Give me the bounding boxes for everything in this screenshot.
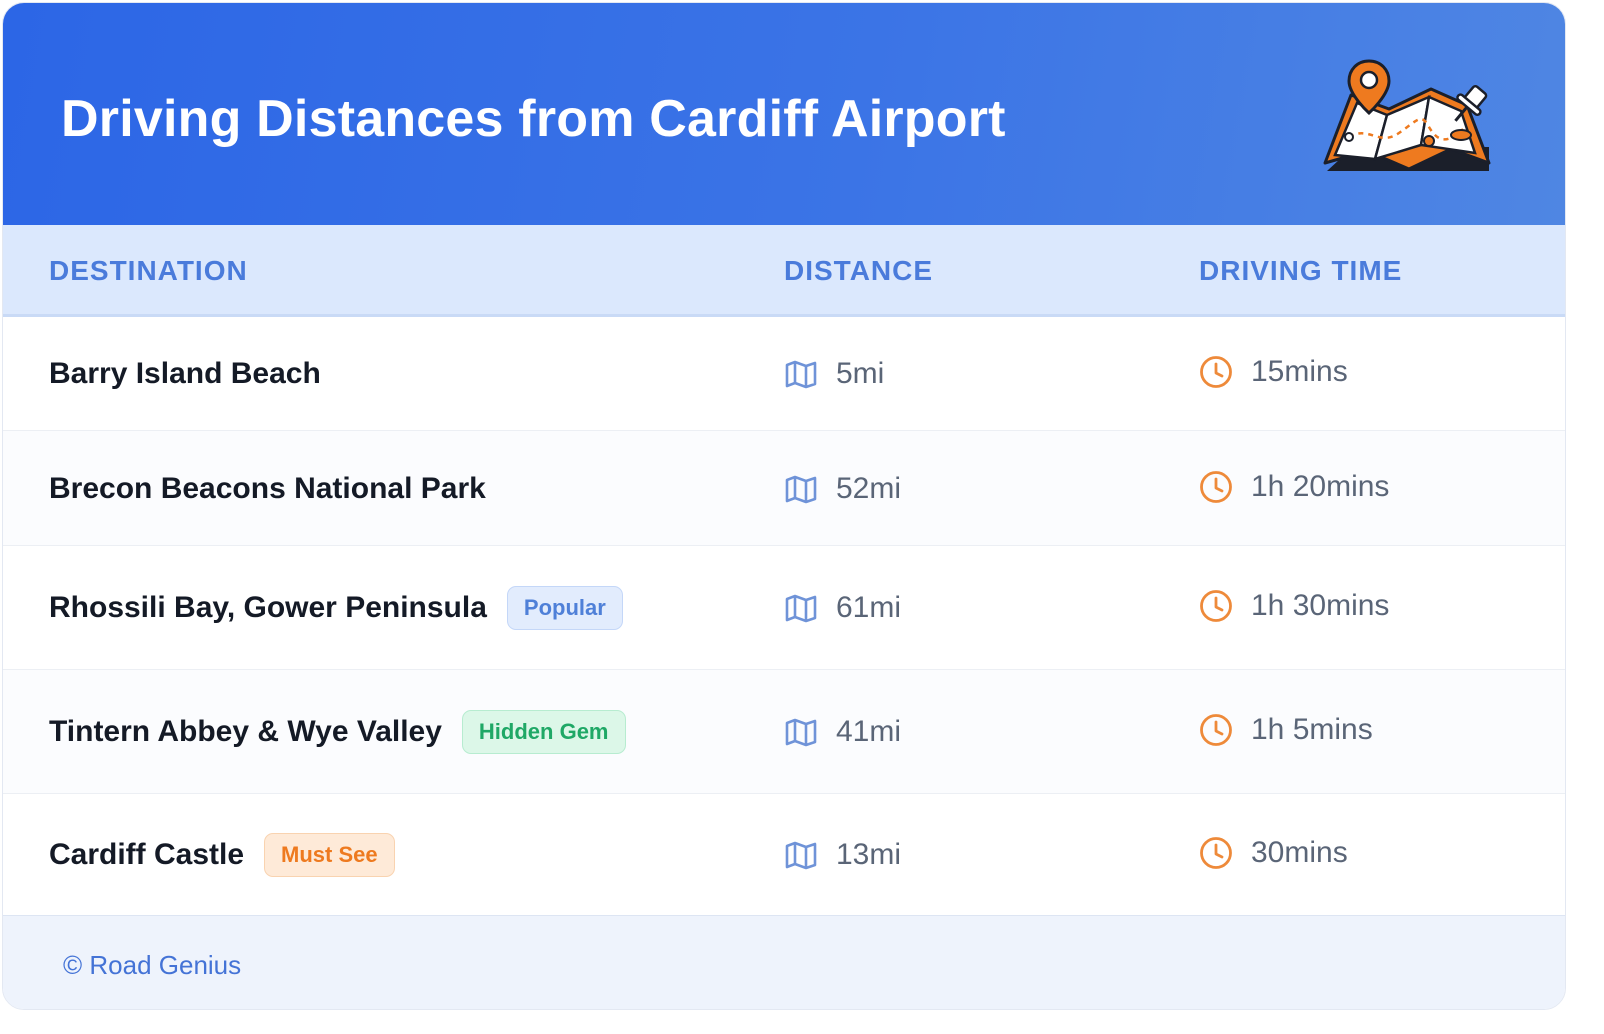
- driving-time-cell: 15mins: [1199, 355, 1348, 389]
- table-column-headers: DESTINATION DISTANCE DRIVING TIME: [3, 225, 1565, 317]
- table-body: Barry Island Beach 5mi 15mins Brecon Bea…: [3, 317, 1565, 916]
- column-header-distance[interactable]: DISTANCE: [784, 255, 933, 287]
- driving-time-cell: 1h 5mins: [1199, 713, 1373, 747]
- distance-cell: 41mi: [784, 715, 901, 749]
- column-header-destination[interactable]: DESTINATION: [49, 255, 248, 287]
- destination-cell: Brecon Beacons National Park: [49, 467, 486, 511]
- destination-cell: Rhossili Bay, Gower Peninsula Popular: [49, 586, 623, 630]
- driving-time-cell: 1h 20mins: [1199, 470, 1389, 504]
- table-row[interactable]: Tintern Abbey & Wye Valley Hidden Gem 41…: [3, 670, 1565, 794]
- distance-value: 61mi: [836, 591, 902, 624]
- footer-credit[interactable]: © Road Genius: [63, 950, 241, 981]
- clock-icon: [1200, 470, 1232, 503]
- footer: © Road Genius: [3, 915, 1565, 1009]
- map-icon: [785, 718, 817, 747]
- map-icon: [785, 841, 817, 870]
- destination-name: Brecon Beacons National Park: [49, 471, 486, 505]
- distance-cell: 13mi: [784, 838, 901, 872]
- driving-time-value: 1h 5mins: [1251, 713, 1373, 746]
- map-with-pin-illustration: [1323, 59, 1491, 171]
- clock-icon: [1200, 590, 1232, 622]
- clock-icon: [1200, 837, 1232, 869]
- table-row[interactable]: Cardiff Castle Must See 13mi 30mins: [3, 794, 1565, 916]
- table-row[interactable]: Rhossili Bay, Gower Peninsula Popular 61…: [3, 546, 1565, 670]
- column-header-driving-time[interactable]: DRIVING TIME: [1199, 255, 1402, 287]
- page-title: Driving Distances from Cardiff Airport: [61, 90, 1006, 148]
- table-row[interactable]: Brecon Beacons National Park 52mi 1h 20m…: [3, 431, 1565, 546]
- driving-time-value: 1h 20mins: [1251, 469, 1390, 503]
- driving-time-value: 30mins: [1251, 836, 1348, 869]
- distance-cell: 52mi: [784, 472, 901, 506]
- driving-time-cell: 1h 30mins: [1199, 589, 1389, 623]
- driving-time-value: 1h 30mins: [1251, 589, 1390, 622]
- badge-green: Hidden Gem: [461, 710, 626, 754]
- badge-blue: Popular: [506, 586, 623, 630]
- table-row[interactable]: Barry Island Beach 5mi 15mins: [3, 317, 1565, 431]
- map-icon: [785, 594, 817, 623]
- distance-value: 52mi: [836, 471, 902, 505]
- destination-cell: Cardiff Castle Must See: [49, 833, 395, 877]
- distance-cell: 61mi: [784, 591, 901, 625]
- distance-value: 13mi: [836, 838, 902, 871]
- destination-name: Cardiff Castle: [49, 838, 245, 871]
- badge-orange: Must See: [264, 833, 395, 877]
- clock-icon: [1200, 714, 1232, 746]
- destination-name: Barry Island Beach: [49, 357, 321, 390]
- map-icon: [785, 360, 817, 389]
- distance-value: 5mi: [836, 357, 885, 390]
- destination-cell: Tintern Abbey & Wye Valley Hidden Gem: [49, 710, 626, 754]
- distance-value: 41mi: [836, 715, 902, 748]
- destination-name: Tintern Abbey & Wye Valley: [49, 715, 442, 748]
- clock-icon: [1200, 356, 1232, 388]
- distance-table-card: Driving Distances from Cardiff Airport D…: [2, 2, 1566, 1010]
- driving-time-value: 15mins: [1251, 355, 1348, 388]
- header-banner: Driving Distances from Cardiff Airport: [3, 3, 1565, 225]
- driving-time-cell: 30mins: [1199, 836, 1348, 870]
- map-icon: [785, 475, 817, 503]
- destination-name: Rhossili Bay, Gower Peninsula: [49, 591, 487, 624]
- distance-cell: 5mi: [784, 357, 884, 391]
- destination-cell: Barry Island Beach: [49, 352, 321, 396]
